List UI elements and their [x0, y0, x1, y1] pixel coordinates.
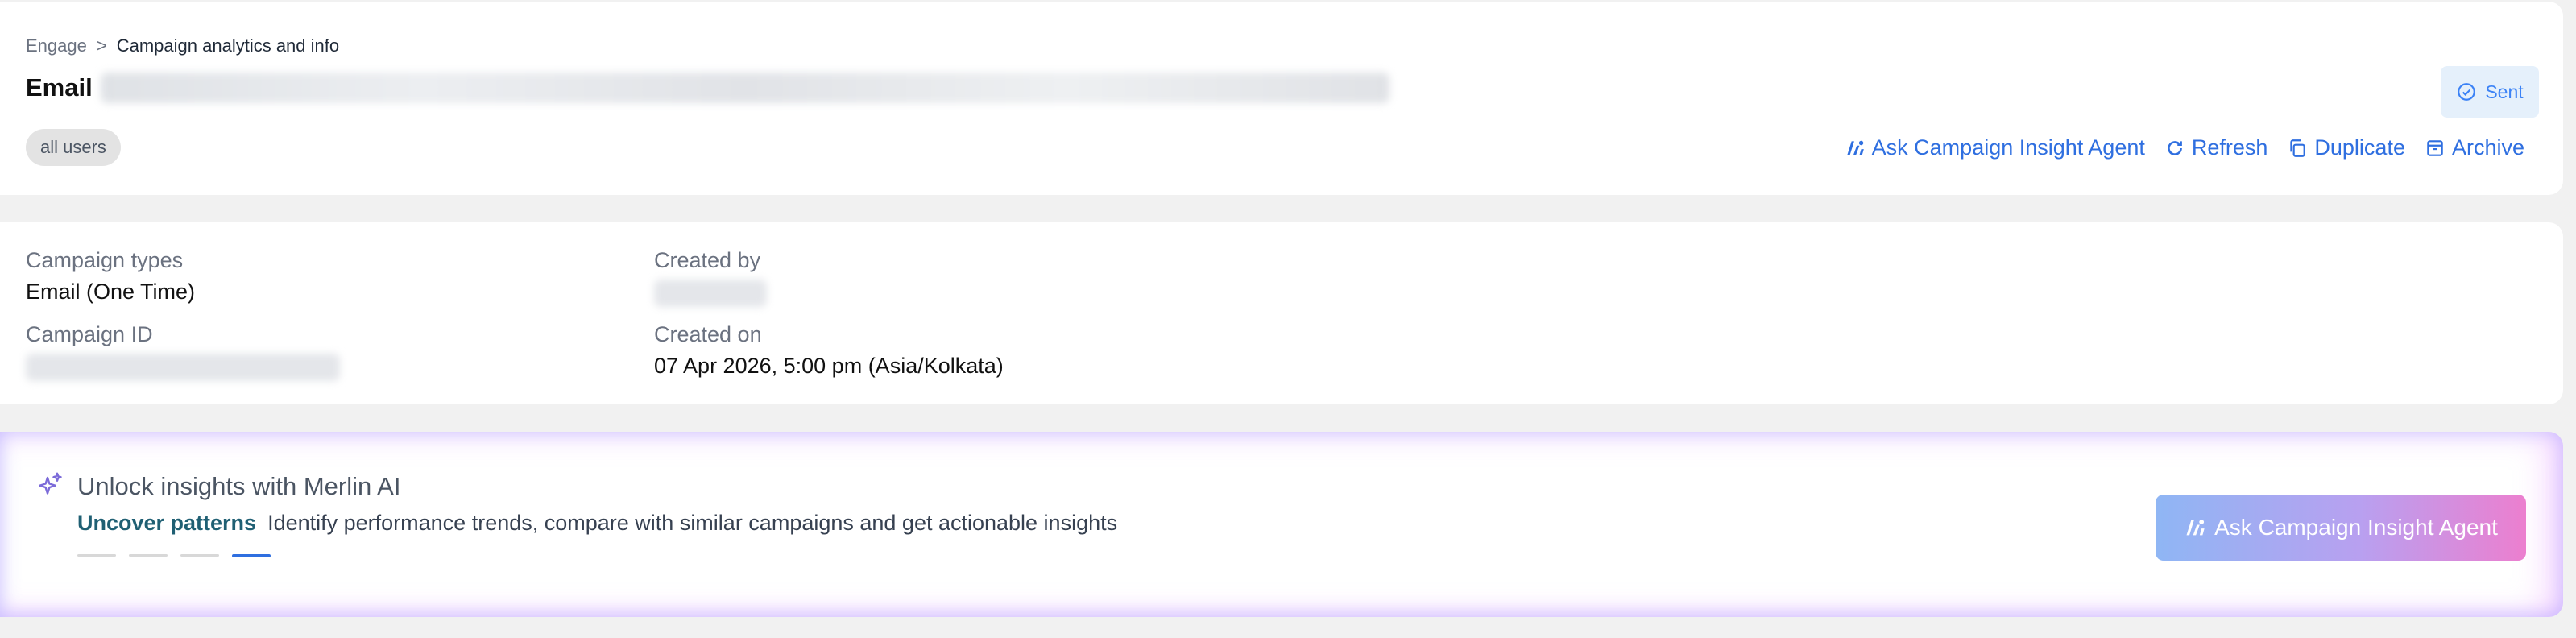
- campaign-types-value: Email (One Time): [26, 280, 196, 304]
- merlin-title: Unlock insights with Merlin AI: [77, 472, 401, 500]
- status-label: Sent: [2485, 81, 2524, 102]
- breadcrumb: Engage > Campaign analytics and info: [26, 35, 339, 56]
- agent-icon: [2186, 520, 2205, 536]
- header-actions: Ask Campaign Insight Agent Refresh Dupli…: [1845, 135, 2524, 160]
- carousel-dot-4[interactable]: [232, 554, 271, 557]
- merlin-description: Identify performance trends, compare wit…: [267, 511, 1118, 535]
- created-on-label: Created on: [654, 322, 762, 346]
- created-on-value: 07 Apr 2026, 5:00 pm (Asia/Kolkata): [654, 354, 1004, 378]
- carousel-dot-3[interactable]: [180, 554, 219, 557]
- refresh-label: Refresh: [2191, 135, 2268, 160]
- carousel-dot-2[interactable]: [129, 554, 168, 557]
- campaign-types-label: Campaign types: [26, 248, 184, 272]
- carousel-dot-1[interactable]: [77, 554, 116, 557]
- ask-agent-label: Ask Campaign Insight Agent: [1871, 135, 2145, 160]
- redacted-campaign-name: [100, 72, 1389, 103]
- status-badge: Sent: [2441, 66, 2539, 118]
- merlin-ai-card: Unlock insights with Merlin AI Uncover p…: [0, 432, 2563, 617]
- audience-tag: all users: [26, 129, 121, 166]
- campaign-id-field: Campaign ID: [26, 322, 340, 381]
- refresh-icon: [2167, 140, 2182, 155]
- archive-icon: [2427, 139, 2443, 156]
- agent-icon: [1846, 140, 1864, 155]
- created-by-field: Created by: [654, 248, 767, 307]
- redacted-created-by: [654, 280, 767, 307]
- copy-icon: [2290, 139, 2306, 157]
- campaign-types-field: Campaign types Email (One Time): [26, 248, 195, 304]
- page-title: Email: [26, 73, 93, 102]
- campaign-id-label: Campaign ID: [26, 322, 153, 346]
- check-circle-icon: [2458, 83, 2476, 101]
- carousel-indicators: [77, 554, 271, 557]
- created-on-field: Created on 07 Apr 2026, 5:00 pm (Asia/Ko…: [654, 322, 1004, 379]
- duplicate-label: Duplicate: [2314, 135, 2405, 160]
- breadcrumb-separator: >: [96, 35, 107, 56]
- ask-agent-button[interactable]: Ask Campaign Insight Agent: [2156, 495, 2526, 561]
- ask-agent-button-label: Ask Campaign Insight Agent: [2214, 515, 2498, 540]
- redacted-campaign-id: [26, 354, 340, 381]
- ask-agent-link[interactable]: Ask Campaign Insight Agent: [1845, 135, 2145, 160]
- campaign-details-card: Campaign types Email (One Time) Created …: [0, 222, 2563, 404]
- title-row: Email: [26, 72, 1389, 103]
- archive-label: Archive: [2451, 135, 2524, 160]
- breadcrumb-current: Campaign analytics and info: [116, 35, 340, 56]
- merlin-highlight: Uncover patterns: [77, 511, 257, 535]
- archive-button[interactable]: Archive: [2425, 135, 2524, 160]
- breadcrumb-engage-link[interactable]: Engage: [26, 35, 87, 56]
- refresh-button[interactable]: Refresh: [2164, 135, 2268, 160]
- created-by-label: Created by: [654, 248, 761, 272]
- campaign-header-card: Engage > Campaign analytics and info Ema…: [0, 2, 2563, 195]
- sparkle-icon: [39, 472, 62, 495]
- duplicate-button[interactable]: Duplicate: [2287, 135, 2405, 160]
- merlin-subtitle: Uncover patterns Identify performance tr…: [77, 511, 1117, 536]
